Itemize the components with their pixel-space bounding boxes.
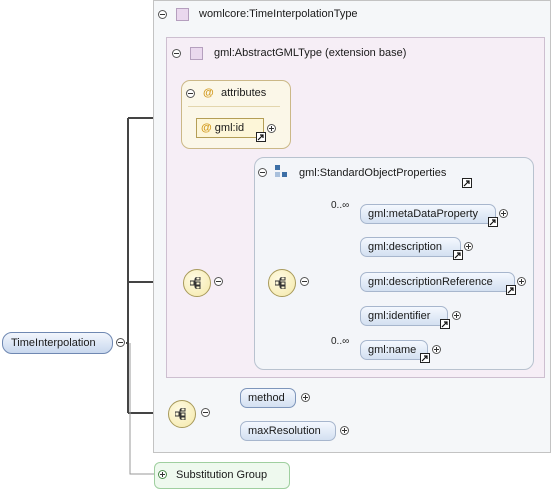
plus-circle-icon[interactable]	[517, 277, 526, 286]
element-gml-identifier[interactable]: gml:identifier	[360, 306, 448, 326]
complex-type-icon	[176, 8, 189, 21]
element-method[interactable]: method	[240, 388, 296, 408]
element-label: gml:metaDataProperty	[368, 208, 479, 220]
element-maxresolution[interactable]: maxResolution	[240, 421, 336, 441]
element-label: gml:descriptionReference	[368, 276, 493, 288]
collapse-icon[interactable]	[116, 338, 125, 347]
element-gml-metadataproperty[interactable]: gml:metaDataProperty	[360, 204, 496, 224]
sequence-compositor-icon[interactable]	[268, 269, 296, 297]
reference-arrow-icon[interactable]	[488, 217, 498, 227]
collapse-icon[interactable]	[186, 89, 195, 98]
plus-circle-icon[interactable]	[340, 426, 349, 435]
element-label: gml:identifier	[368, 310, 431, 322]
substitution-group-label: Substitution Group	[176, 469, 268, 481]
reference-arrow-icon[interactable]	[506, 285, 516, 295]
root-element-label: TimeInterpolation	[11, 337, 96, 349]
attribute-gml-id[interactable]: @ gml:id	[196, 118, 264, 138]
plus-circle-icon[interactable]	[499, 209, 508, 218]
collapse-icon[interactable]	[172, 49, 181, 58]
attributes-divider	[188, 106, 280, 107]
plus-circle-icon[interactable]	[267, 124, 276, 133]
reference-arrow-icon[interactable]	[420, 353, 430, 363]
group-squares-icon	[275, 165, 287, 177]
collapse-icon[interactable]	[201, 408, 210, 417]
plus-circle-icon[interactable]	[464, 242, 473, 251]
plus-circle-icon[interactable]	[158, 470, 167, 479]
sequence-compositor-icon[interactable]	[168, 400, 196, 428]
collapse-icon[interactable]	[214, 277, 223, 286]
reference-arrow-icon[interactable]	[453, 250, 463, 260]
plus-circle-icon[interactable]	[452, 311, 461, 320]
standard-object-properties-label: gml:StandardObjectProperties	[299, 167, 447, 179]
element-label: gml:description	[368, 241, 442, 253]
occurrence-label: 0..∞	[331, 200, 350, 211]
element-gml-description[interactable]: gml:description	[360, 237, 461, 257]
root-element-timeinterpolation[interactable]: TimeInterpolation	[2, 332, 113, 354]
base-type-icon	[190, 47, 203, 60]
at-sign-icon: @	[203, 87, 214, 99]
plus-circle-icon[interactable]	[432, 345, 441, 354]
collapse-icon[interactable]	[258, 168, 267, 177]
reference-arrow-icon[interactable]	[256, 132, 266, 142]
reference-arrow-icon[interactable]	[462, 178, 472, 188]
sequence-compositor-icon[interactable]	[183, 269, 211, 297]
attributes-label: attributes	[221, 87, 267, 99]
complex-type-label: womlcore:TimeInterpolationType	[199, 8, 358, 20]
element-label: method	[248, 392, 285, 404]
element-label: gml:name	[368, 344, 417, 356]
extension-label: gml:AbstractGMLType (extension base)	[214, 47, 407, 59]
plus-circle-icon[interactable]	[301, 393, 310, 402]
attribute-label: gml:id	[214, 122, 245, 134]
element-gml-descriptionreference[interactable]: gml:descriptionReference	[360, 272, 515, 292]
reference-arrow-icon[interactable]	[440, 319, 450, 329]
standard-object-properties-box	[254, 157, 534, 370]
collapse-icon[interactable]	[300, 277, 309, 286]
occurrence-label: 0..∞	[331, 336, 350, 347]
element-gml-name[interactable]: gml:name	[360, 340, 428, 360]
at-sign-icon: @	[201, 122, 212, 134]
element-label: maxResolution	[248, 425, 321, 437]
collapse-icon[interactable]	[158, 10, 167, 19]
